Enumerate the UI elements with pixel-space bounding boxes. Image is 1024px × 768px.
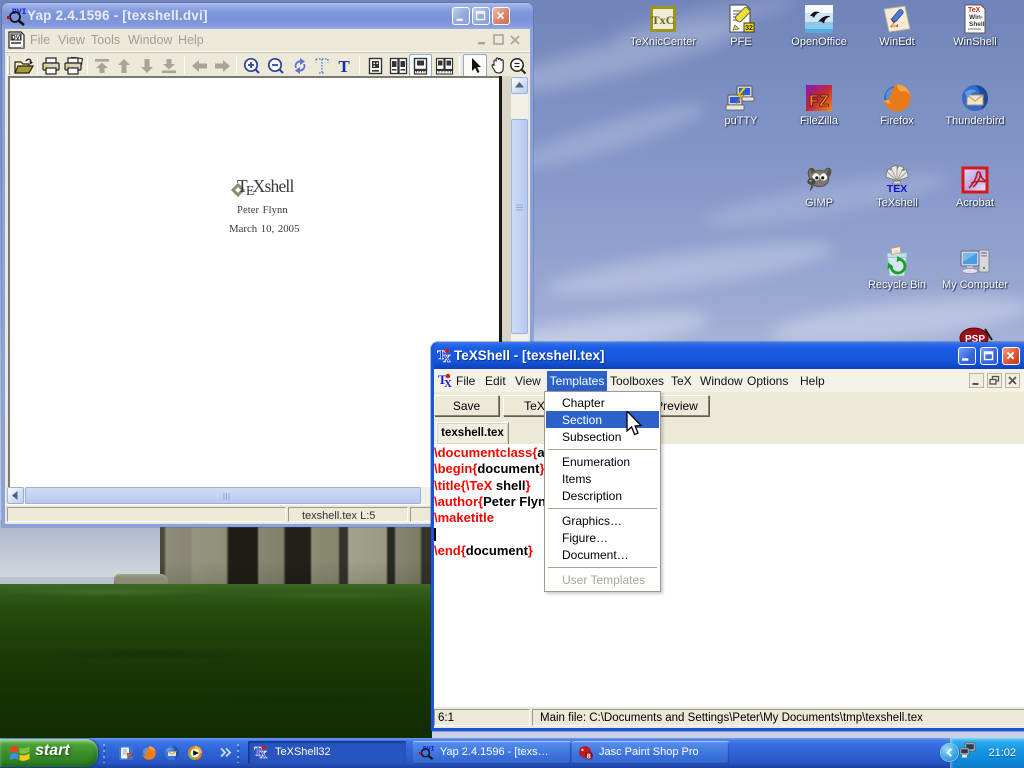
svg-text:X: X — [260, 750, 268, 760]
svg-text:DVI: DVI — [11, 35, 21, 41]
svg-text:Win-: Win- — [969, 14, 983, 21]
svg-text:Shell: Shell — [969, 21, 985, 28]
svg-text:TEX: TEX — [887, 183, 907, 195]
svg-text:TxC: TxC — [652, 13, 675, 27]
svg-text:TeX: TeX — [968, 7, 981, 14]
svg-text:FZ: FZ — [809, 93, 829, 112]
svg-text:32: 32 — [745, 25, 753, 32]
svg-text:T: T — [338, 57, 350, 75]
svg-text:8: 8 — [587, 752, 591, 761]
